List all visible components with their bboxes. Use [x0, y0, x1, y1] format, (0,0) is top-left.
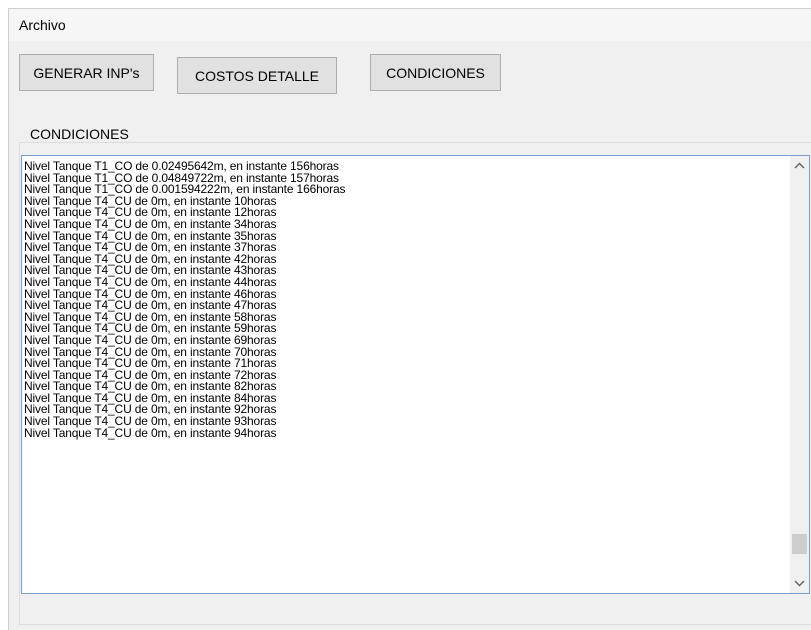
vertical-scrollbar[interactable]: [790, 156, 809, 593]
groupbox-title: CONDICIONES: [28, 126, 131, 142]
chevron-up-icon: [794, 160, 805, 172]
list-item[interactable]: Nivel Tanque T4_CU de 0m, en instante 94…: [24, 427, 784, 440]
generar-inps-button[interactable]: GENERAR INP's: [19, 54, 154, 91]
scroll-thumb[interactable]: [792, 534, 807, 554]
chevron-down-icon: [794, 578, 805, 590]
condiciones-listbox[interactable]: Nivel Tanque T1_CO de 0.02495642m, en in…: [21, 155, 810, 594]
scroll-up-button[interactable]: [790, 156, 809, 175]
condiciones-button[interactable]: CONDICIONES: [370, 54, 501, 91]
menu-archivo[interactable]: Archivo: [19, 17, 66, 33]
main-window: Archivo GENERAR INP's COSTOS DETALLE CON…: [8, 8, 811, 630]
scroll-down-button[interactable]: [790, 574, 809, 593]
menu-bar: Archivo: [9, 9, 811, 41]
list-items-container: Nivel Tanque T1_CO de 0.02495642m, en in…: [24, 160, 784, 440]
costos-detalle-button[interactable]: COSTOS DETALLE: [177, 57, 337, 94]
